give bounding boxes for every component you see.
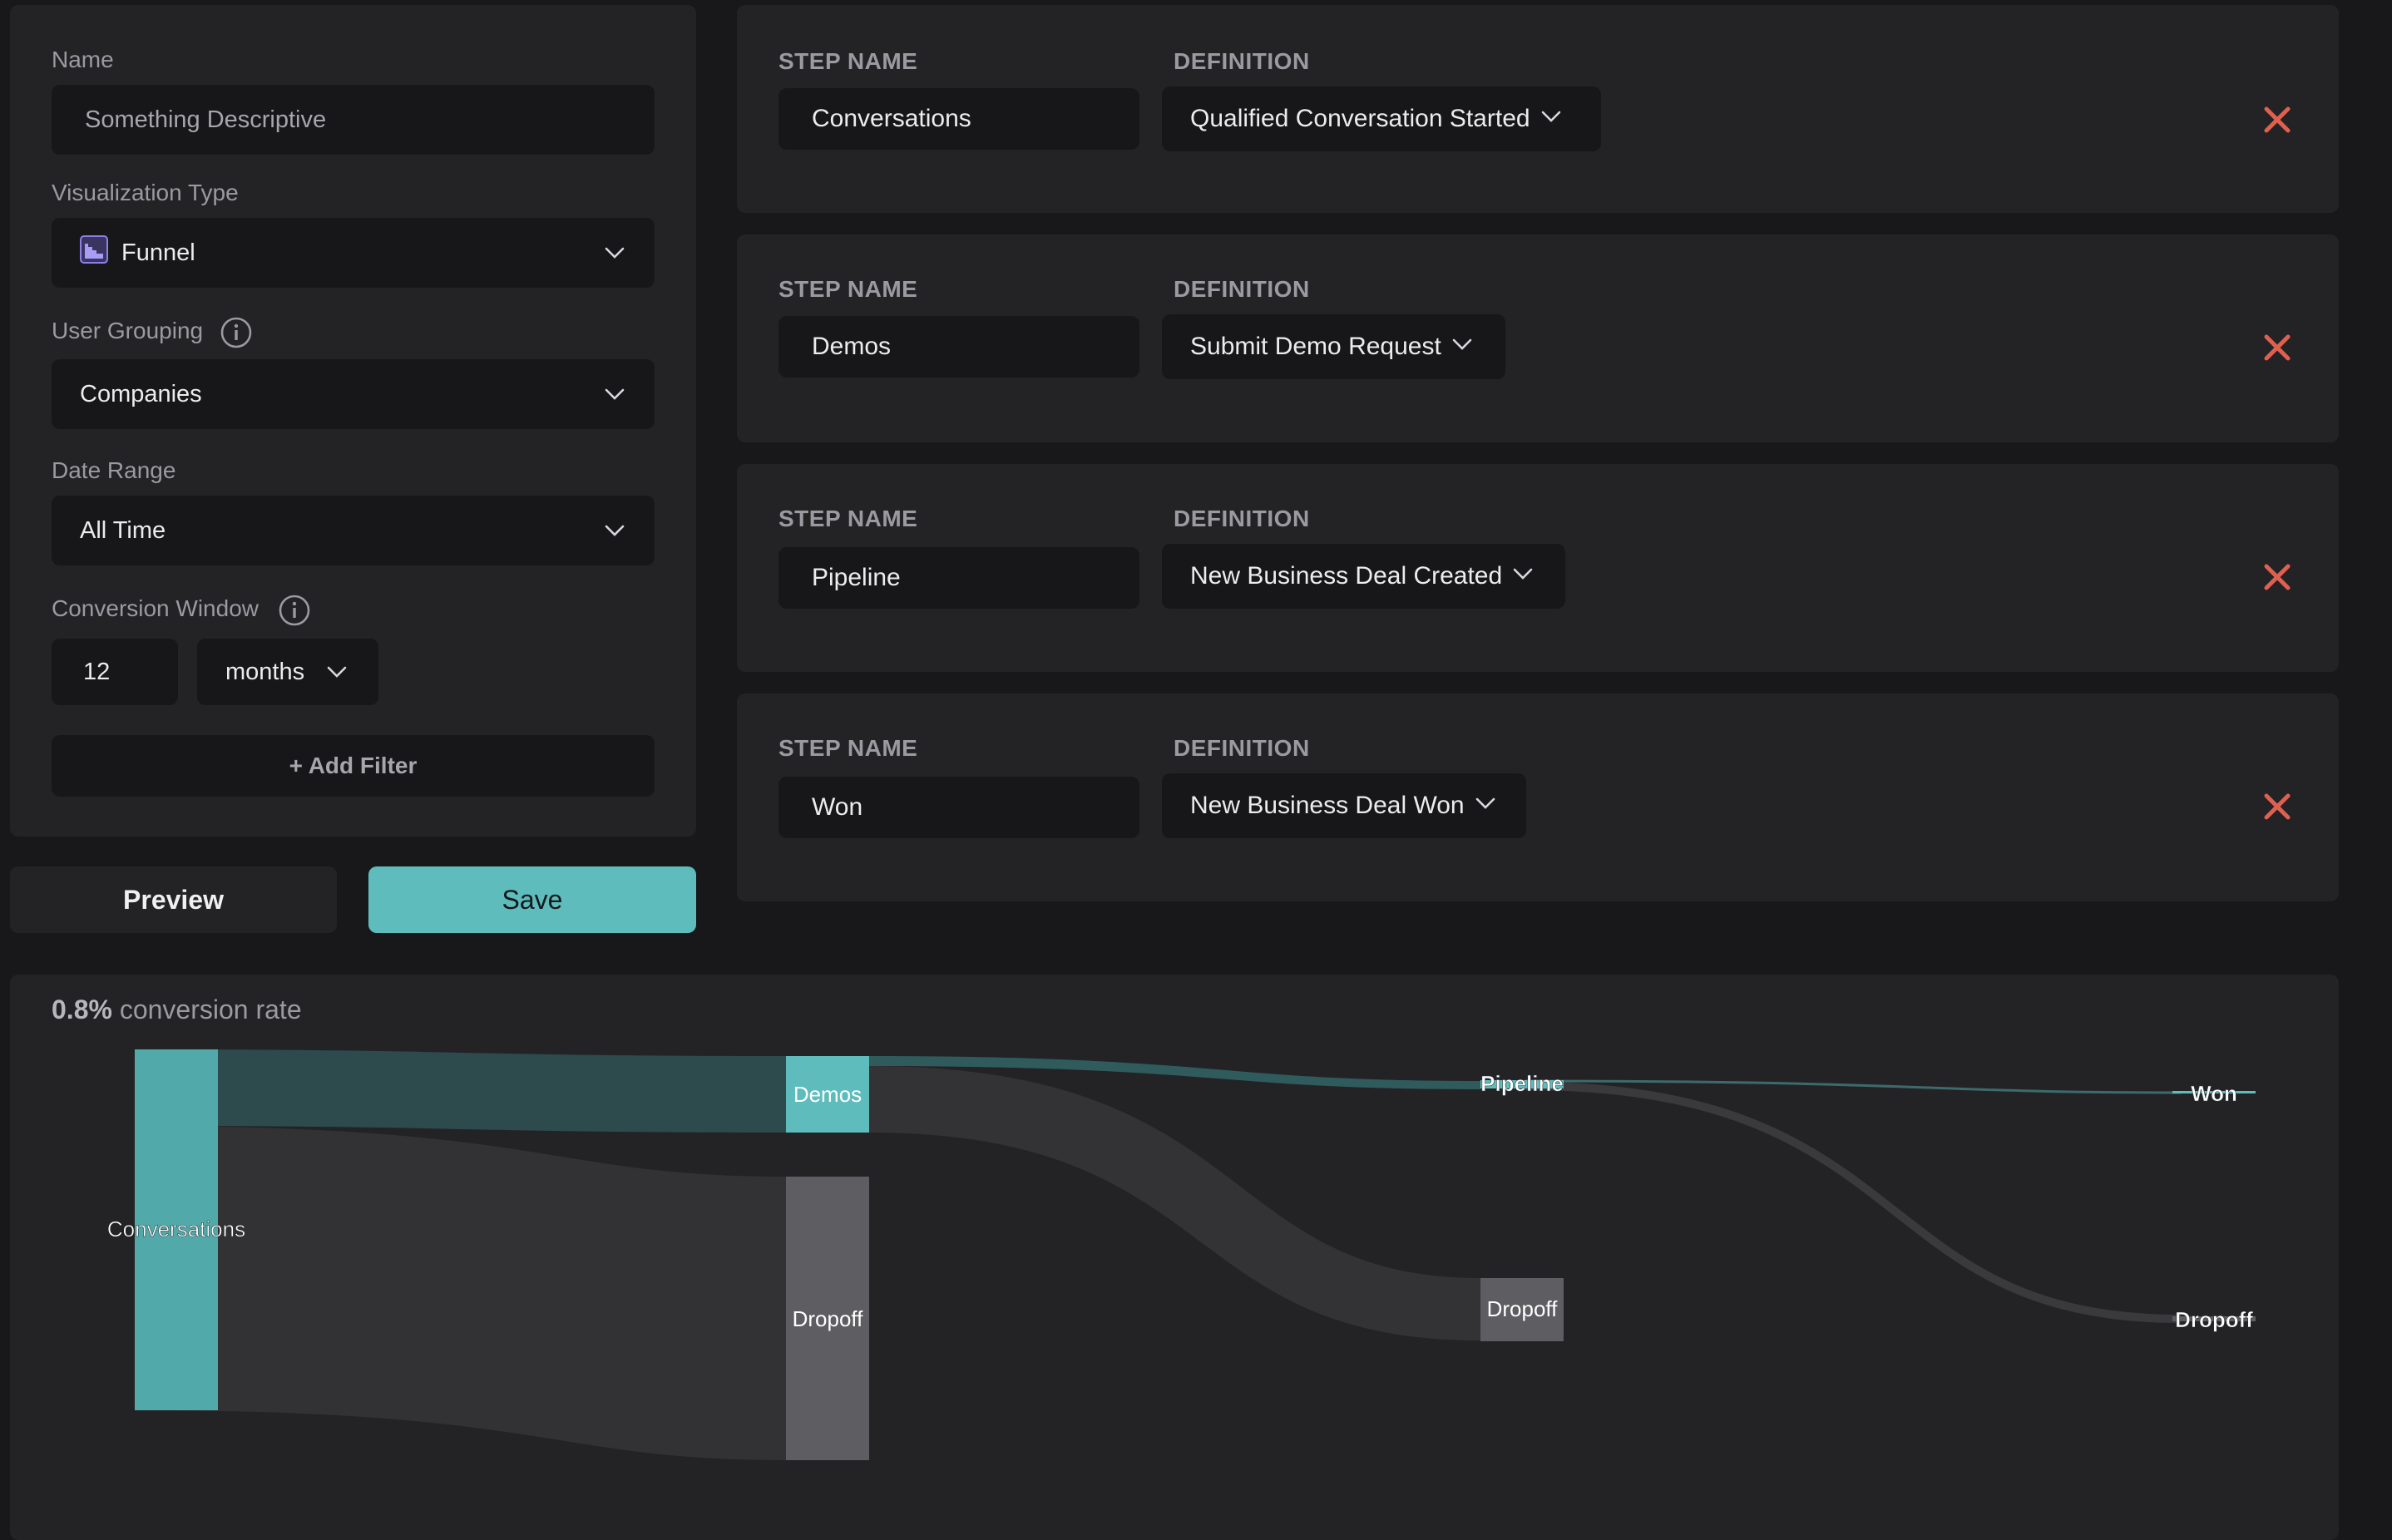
- definition-header: DEFINITION: [1174, 276, 1310, 302]
- chevron-down-icon: [325, 661, 348, 689]
- link-conversations-dropoff: [135, 1126, 786, 1460]
- definition-value: Submit Demo Request: [1190, 333, 1441, 360]
- conversion-window-number-input[interactable]: 12: [52, 639, 178, 705]
- close-icon[interactable]: [2264, 564, 2291, 595]
- close-icon[interactable]: [2264, 106, 2291, 137]
- settings-panel: Name Something Descriptive Visualization…: [10, 5, 696, 837]
- preview-button[interactable]: Preview: [10, 866, 337, 933]
- conversion-window-unit-select[interactable]: months: [197, 639, 378, 705]
- conversion-window-unit: months: [225, 658, 305, 685]
- visualization-type-label: Visualization Type: [52, 180, 239, 205]
- definition-header: DEFINITION: [1174, 48, 1310, 74]
- name-placeholder: Something Descriptive: [85, 106, 327, 133]
- conversion-window-label: Conversion Window: [52, 595, 259, 621]
- chevron-down-icon: [1512, 562, 1534, 590]
- link-demos-dropoff: [869, 1066, 1480, 1340]
- link-pipeline-dropoff: [1525, 1082, 2182, 1323]
- step-name-input[interactable]: Demos: [778, 316, 1139, 378]
- add-filter-button[interactable]: + Add Filter: [52, 735, 655, 797]
- chevron-down-icon: [1540, 105, 1562, 133]
- step-card: STEP NAME DEFINITION Demos Submit Demo R…: [737, 234, 2339, 442]
- step-name-header: STEP NAME: [778, 276, 918, 302]
- close-icon[interactable]: [2264, 793, 2291, 824]
- visualization-type-select[interactable]: Funnel: [52, 218, 655, 288]
- chevron-down-icon: [1475, 792, 1496, 820]
- name-label: Name: [52, 47, 114, 72]
- step-name-header: STEP NAME: [778, 48, 918, 74]
- node-label: Won: [2191, 1081, 2237, 1106]
- step-card: STEP NAME DEFINITION Pipeline New Busine…: [737, 464, 2339, 672]
- user-grouping-label: User Grouping: [52, 318, 204, 343]
- visualization-type-value: Funnel: [121, 239, 195, 266]
- funnel-chart-icon: [80, 235, 108, 270]
- name-input[interactable]: Something Descriptive: [52, 85, 655, 155]
- funnel-chart-panel: 0.8% conversion rate Conversations Demos…: [10, 975, 2339, 1540]
- step-name-input[interactable]: Conversations: [778, 88, 1139, 150]
- definition-select[interactable]: New Business Deal Won: [1162, 773, 1526, 838]
- node-label: Dropoff: [2175, 1307, 2253, 1332]
- user-grouping-select[interactable]: Companies: [52, 359, 655, 429]
- sankey-chart: Conversations Demos Dropoff Pipeline Dro…: [107, 1049, 2256, 1460]
- step-card: STEP NAME DEFINITION Won New Business De…: [737, 693, 2339, 901]
- save-button[interactable]: Save: [368, 866, 696, 933]
- node-label: Dropoff: [793, 1306, 864, 1331]
- step-card: STEP NAME DEFINITION Conversations Quali…: [737, 5, 2339, 213]
- step-name-header: STEP NAME: [778, 735, 918, 761]
- node-label: Pipeline: [1480, 1071, 1564, 1096]
- definition-select[interactable]: Qualified Conversation Started: [1162, 86, 1601, 151]
- info-icon[interactable]: [278, 594, 311, 631]
- chevron-down-icon: [603, 520, 626, 548]
- step-name-header: STEP NAME: [778, 506, 918, 531]
- definition-value: New Business Deal Won: [1190, 792, 1465, 819]
- date-range-select[interactable]: All Time: [52, 496, 655, 565]
- link-conversations-demos: [135, 1049, 786, 1133]
- user-grouping-value: Companies: [80, 380, 202, 407]
- definition-value: Qualified Conversation Started: [1190, 105, 1530, 132]
- chevron-down-icon: [603, 242, 626, 270]
- chevron-down-icon: [603, 383, 626, 412]
- date-range-value: All Time: [80, 516, 166, 544]
- step-name-input[interactable]: Won: [778, 777, 1139, 838]
- definition-header: DEFINITION: [1174, 735, 1310, 761]
- chevron-down-icon: [1451, 333, 1473, 361]
- definition-value: New Business Deal Created: [1190, 562, 1503, 590]
- node-label: Conversations: [107, 1217, 245, 1241]
- conversion-window-number: 12: [83, 658, 111, 685]
- node-label: Demos: [793, 1082, 862, 1107]
- date-range-label: Date Range: [52, 457, 176, 483]
- close-icon[interactable]: [2264, 334, 2291, 365]
- node-label: Dropoff: [1487, 1296, 1559, 1321]
- definition-header: DEFINITION: [1174, 506, 1310, 531]
- definition-select[interactable]: Submit Demo Request: [1162, 314, 1505, 379]
- definition-select[interactable]: New Business Deal Created: [1162, 544, 1565, 609]
- step-name-input[interactable]: Pipeline: [778, 547, 1139, 609]
- info-icon[interactable]: [220, 316, 253, 353]
